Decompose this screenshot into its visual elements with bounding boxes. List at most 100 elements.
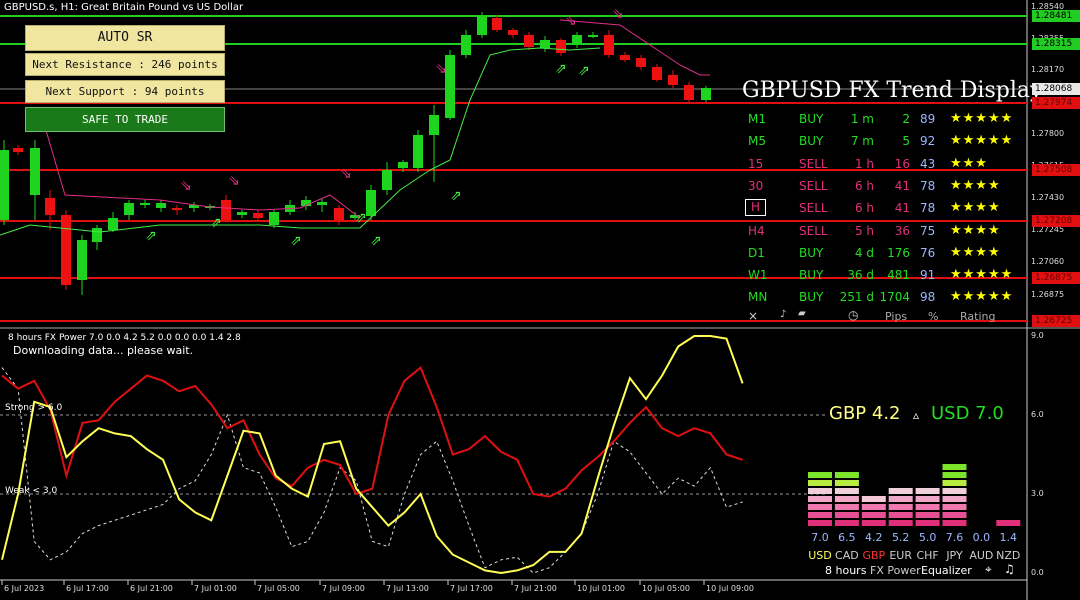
trend-stars: ★★★★★	[950, 289, 1014, 305]
equalizer-segment	[888, 520, 913, 526]
trend-pips: 16	[894, 156, 910, 171]
candle-body	[13, 148, 23, 152]
time-label: 7 Jul 05:00	[257, 584, 300, 593]
next-resistance-label: Next Resistance : 246 points	[25, 53, 225, 76]
candle-body	[253, 213, 263, 218]
crosshair-icon[interactable]: ⌖	[985, 562, 992, 577]
candle-body	[334, 208, 344, 220]
sound-icon[interactable]: ♪	[780, 309, 786, 320]
buy-arrow-icon: ⇗	[290, 233, 302, 249]
time-label: 7 Jul 17:00	[450, 584, 493, 593]
trend-pips: 1704	[879, 290, 910, 305]
candle-body	[0, 150, 9, 220]
sr-price-label: 1.26725	[1032, 315, 1080, 327]
sr-price-label: 1.28315	[1032, 38, 1080, 50]
sr-price-label: 1.27208	[1032, 215, 1080, 227]
trend-stars: ★★★★	[950, 177, 1001, 193]
candle-body	[620, 55, 630, 60]
equalizer-period[interactable]: 8 hours	[825, 564, 866, 577]
chart-window[interactable]: ⇘ ⇘ ⇘ ⇘ ⇘ ⇘ ⇗ ⇗ ⇗ ⇗ ⇗ ⇗ ⇗ ⇗ GBPUSD.s, H1: Great Brita…	[0, 0, 1080, 600]
equalizer-value: 7.6	[945, 531, 964, 544]
auto-sr-button[interactable]: AUTO SR	[25, 25, 225, 51]
trend-signal: BUY	[799, 268, 824, 283]
equalizer-segment	[888, 488, 913, 494]
candle-body	[477, 17, 487, 35]
candle-body	[540, 40, 550, 48]
candle-body	[366, 190, 376, 216]
trend-stars: ★★★★	[950, 222, 1001, 238]
quote-strength: USD 7.0	[931, 403, 1004, 424]
trend-dur: 5 h	[854, 223, 874, 238]
sound-toggle-icon[interactable]: ♫	[1004, 562, 1015, 576]
equalizer-value: 0.0	[972, 531, 991, 544]
trend-signal: SELL	[799, 178, 828, 193]
equalizer-segment	[942, 520, 967, 526]
buy-arrow-icon: ⇗	[355, 210, 367, 226]
time-label: 7 Jul 13:00	[386, 584, 429, 593]
candle-body	[604, 35, 614, 55]
time-label: 10 Jul 05:00	[642, 584, 690, 593]
trend-signal: SELL	[799, 156, 828, 171]
candle-body	[140, 203, 150, 205]
trend-signal: BUY	[799, 245, 824, 260]
indicator-tick: 6.0	[1031, 410, 1044, 419]
equalizer-segment	[834, 496, 859, 502]
buy-arrow-icon: ⇗	[578, 63, 590, 79]
candle-body	[317, 202, 327, 205]
candle-body	[684, 85, 694, 100]
equalizer-segment	[834, 472, 859, 478]
trend-stars: ★★★★★	[950, 267, 1014, 283]
equalizer-segment	[834, 520, 859, 526]
sell-arrow-icon: ⇘	[340, 166, 352, 182]
equalizer-segment	[834, 488, 859, 494]
time-label: 10 Jul 01:00	[577, 584, 625, 593]
trend-stars: ★★★★★	[950, 133, 1014, 149]
buy-arrow-icon: ⇗	[210, 215, 222, 231]
equalizer-currency: CAD	[835, 549, 859, 562]
candle-body	[77, 240, 87, 280]
indicator-tick: 0.0	[1031, 568, 1044, 577]
equalizer-mode[interactable]: Equalizer	[921, 564, 972, 577]
time-label: 10 Jul 09:00	[706, 584, 754, 593]
equalizer-segment	[834, 480, 859, 486]
time-label: 6 Jul 2023	[4, 584, 45, 593]
equalizer-segment	[808, 504, 832, 510]
candle-body	[92, 228, 102, 242]
trend-pips: 5	[902, 134, 910, 149]
sr-price-label: 1.27508	[1032, 164, 1080, 176]
trend-dur: 251 d	[839, 290, 874, 305]
trend-pct: 89	[920, 112, 936, 126]
equalizer-segment	[808, 496, 832, 502]
equalizer-currency: JPY	[946, 549, 963, 562]
equalizer-segment	[808, 488, 832, 494]
equalizer-name: FX Power	[870, 564, 921, 577]
candle-body	[30, 148, 40, 195]
price-tick: 1.27430	[1031, 193, 1065, 202]
sell-arrow-icon: ⇘	[612, 6, 624, 22]
trend-stars: ★★★★★	[950, 111, 1014, 126]
weak-threshold-label: Weak < 3.0	[5, 486, 58, 496]
trend-pips: 41	[894, 178, 910, 193]
sell-arrow-icon: ⇘	[565, 13, 577, 29]
price-tick: 1.27060	[1031, 257, 1065, 266]
trend-tf: MN	[748, 290, 768, 305]
candle-body	[556, 40, 566, 53]
trend-tf: D1	[748, 245, 765, 260]
candle-body	[269, 212, 279, 225]
trend-dur: 4 d	[854, 245, 874, 260]
close-icon[interactable]: ×	[748, 309, 758, 323]
trend-pct: 76	[920, 245, 936, 260]
sell-arrow-icon: ⇘	[228, 173, 240, 189]
candle-body	[652, 67, 662, 80]
trend-signal: SELL	[799, 223, 828, 238]
candle-body	[382, 170, 392, 190]
equalizer-segment	[888, 496, 913, 502]
candle-body	[701, 88, 711, 100]
equalizer-segment	[915, 504, 940, 510]
trend-tf: H	[745, 199, 767, 217]
equalizer-currency: NZD	[996, 549, 1021, 562]
next-support-label: Next Support : 94 points	[25, 80, 225, 103]
chart-type-icon[interactable]: ▰	[798, 308, 806, 319]
pips-column-header: Pips	[885, 310, 908, 323]
sr-price-label: 1.27974	[1032, 97, 1080, 109]
